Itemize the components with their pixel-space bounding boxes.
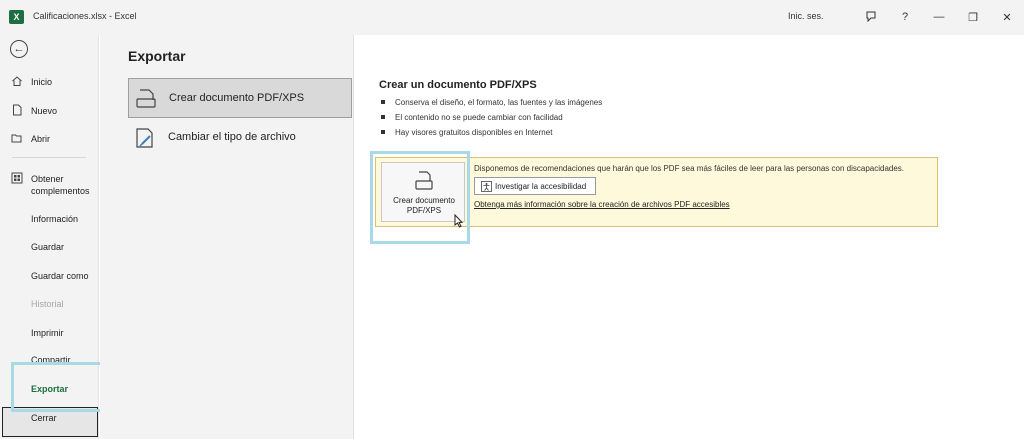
restore-icon[interactable]: ❐ — [962, 7, 984, 27]
list-item: Conserva el diseño, el formato, las fuen… — [381, 97, 602, 112]
pdf-document-icon — [135, 88, 157, 110]
option-change-file-type[interactable]: Cambiar el tipo de archivo — [128, 118, 352, 158]
nav-item-label: Información — [31, 214, 79, 224]
button-label: Investigar la accesibilidad — [495, 182, 587, 191]
nav-item-label: Guardar como — [31, 271, 89, 281]
nav-item-label: Obtener complementos — [31, 174, 90, 196]
nav-item-label: Abrir — [31, 134, 51, 144]
close-icon[interactable]: ✕ — [996, 7, 1018, 27]
nav-item-label: Historial — [31, 299, 64, 309]
feature-list: Conserva el diseño, el formato, las fuen… — [381, 97, 602, 142]
title-bar: X Calificaciones.xlsx - Excel Inic. ses.… — [0, 0, 1024, 35]
option-label: Crear documento PDF/XPS — [169, 92, 305, 104]
learn-more-link[interactable]: Obtenga más información sobre la creació… — [474, 200, 730, 209]
notice-text: Disponemos de recomendaciones que harán … — [474, 164, 905, 173]
tutorial-highlight-exportar — [11, 362, 109, 412]
mouse-pointer-icon — [454, 214, 464, 228]
help-icon[interactable]: ? — [894, 7, 916, 27]
change-file-type-icon — [134, 127, 156, 149]
section-title: Crear un documento PDF/XPS — [379, 79, 537, 91]
window-title: Calificaciones.xlsx - Excel — [33, 11, 137, 21]
tutorial-highlight-create-button — [370, 151, 470, 244]
investigate-accessibility-button[interactable]: Investigar la accesibilidad — [474, 177, 596, 195]
accessibility-icon — [481, 181, 492, 194]
nav-item-label: Cerrar — [31, 413, 57, 423]
sign-in-link[interactable]: Inic. ses. — [788, 11, 824, 21]
minimize-icon[interactable]: — — [928, 7, 950, 27]
nav-item-label: Inicio — [31, 77, 53, 87]
nav-item-label: Guardar — [31, 242, 65, 252]
nav-item-label: Imprimir — [31, 328, 64, 338]
option-create-pdf-xps[interactable]: Crear documento PDF/XPS — [128, 78, 352, 118]
list-item: El contenido no se puede cambiar con fac… — [381, 112, 602, 127]
list-item: Hay visores gratuitos disponibles en Int… — [381, 127, 602, 142]
page-title: Exportar — [128, 48, 186, 64]
add-ins-icon — [11, 172, 23, 184]
nav-divider — [12, 157, 86, 158]
excel-logo-icon: X — [9, 10, 24, 24]
option-label: Cambiar el tipo de archivo — [168, 131, 296, 143]
feedback-icon[interactable] — [860, 7, 882, 27]
export-options-pane: Exportar Crear documento PDF/XPS Cambiar… — [100, 35, 354, 439]
nav-item-label: Nuevo — [31, 106, 58, 116]
home-icon — [11, 75, 23, 87]
new-document-icon — [11, 104, 23, 116]
folder-open-icon — [11, 132, 23, 144]
back-arrow-icon[interactable]: ← — [10, 40, 28, 58]
